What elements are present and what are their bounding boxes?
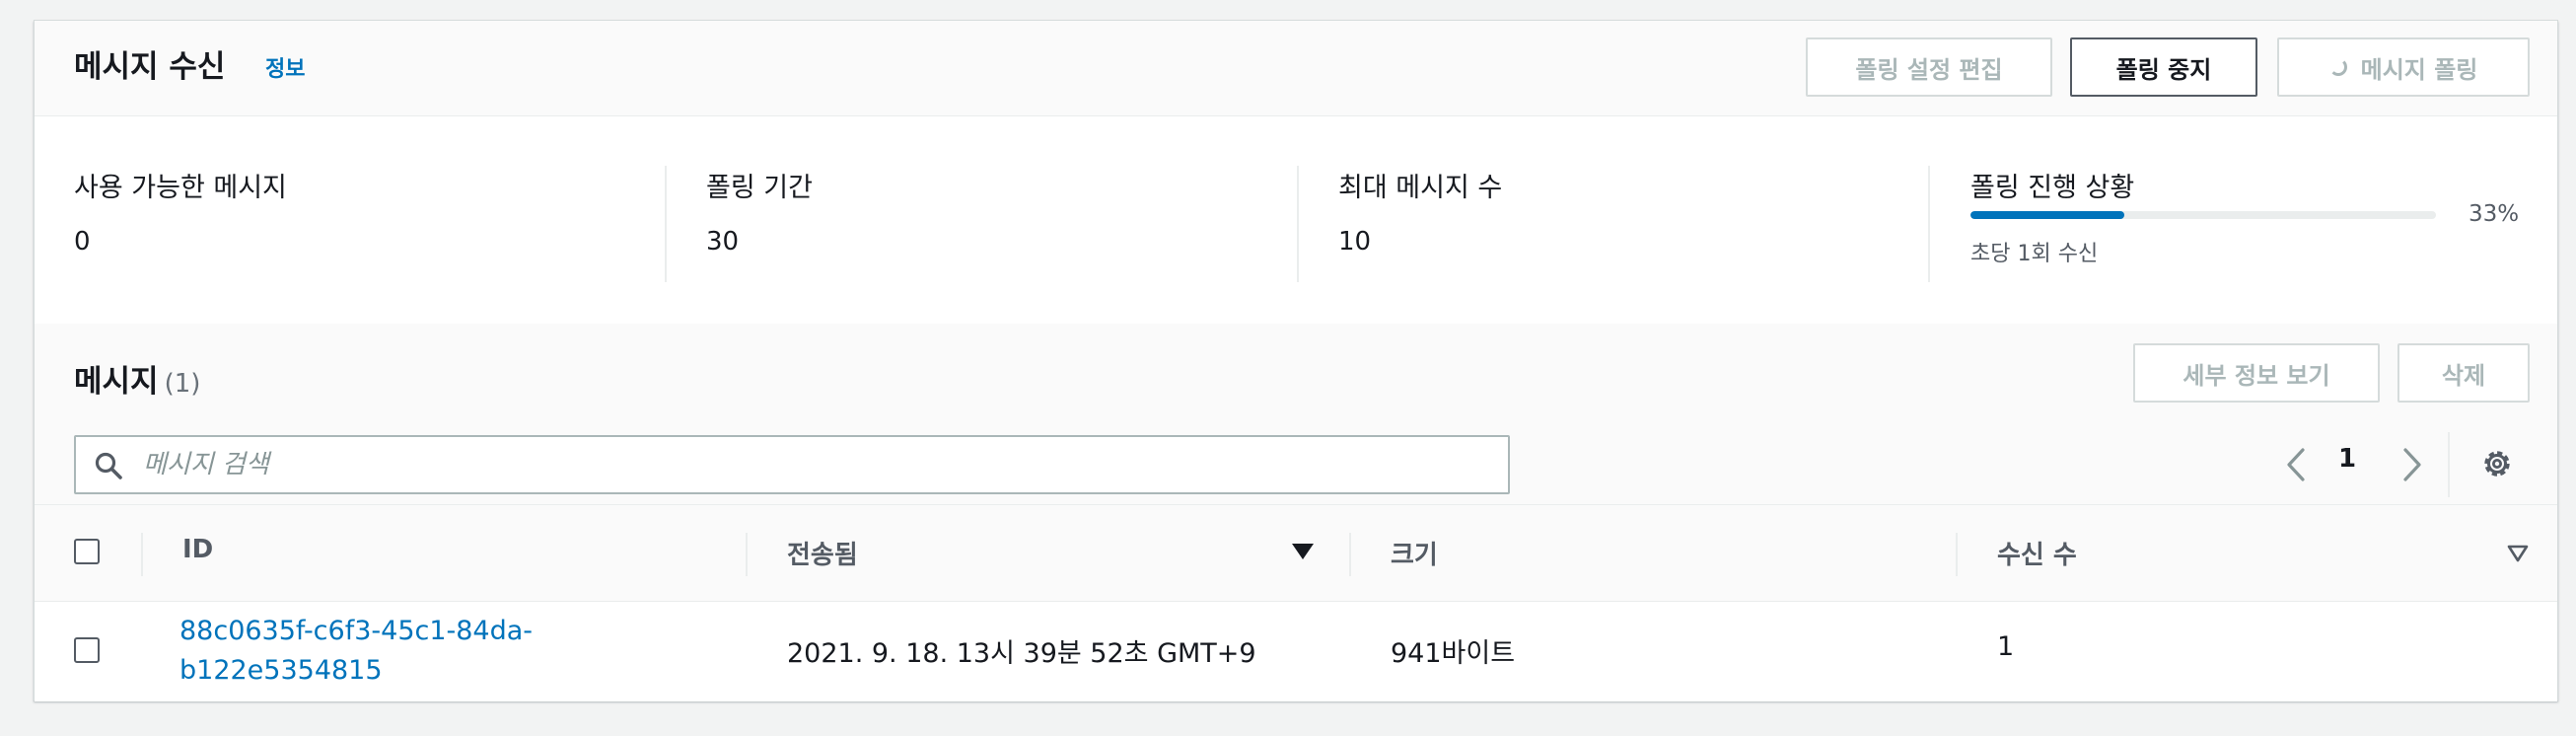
polling-rate-text: 초당 1회 수신: [1970, 242, 2099, 266]
polling-progress-percent: 33%: [2469, 201, 2520, 227]
messages-count: (1): [164, 369, 201, 399]
spinner-icon: [2328, 58, 2347, 76]
receive-messages-panel: 메시지 수신 정보 폴링 설정 편집 폴링 중지 메시지 폴링 사용 가능한 메…: [34, 20, 2558, 701]
panel-header: 메시지 수신 정보 폴링 설정 편집 폴링 중지 메시지 폴링: [35, 21, 2557, 116]
stat-divider: [1928, 166, 1930, 282]
info-link[interactable]: 정보: [265, 52, 305, 88]
stop-polling-label: 폴링 중지: [2115, 55, 2212, 84]
delete-button[interactable]: 삭제: [2397, 343, 2530, 403]
messages-title: 메시지 (1): [74, 360, 200, 405]
column-header-receive-count[interactable]: 수신 수: [1997, 535, 2077, 571]
delete-label: 삭제: [2441, 361, 2486, 390]
poll-messages-button[interactable]: 메시지 폴링: [2277, 37, 2530, 97]
messages-title-text: 메시지: [74, 364, 159, 400]
available-messages-label: 사용 가능한 메시지: [74, 173, 287, 203]
max-messages-value: 10: [1338, 227, 1372, 257]
stat-divider: [665, 166, 667, 282]
column-divider: [746, 533, 748, 576]
column-header-id[interactable]: ID: [182, 535, 213, 564]
message-search-input[interactable]: [143, 437, 1494, 492]
message-search-box[interactable]: [74, 435, 1510, 494]
max-messages-label: 최대 메시지 수: [1338, 173, 1503, 203]
column-divider: [1956, 533, 1958, 576]
message-size: 941바이트: [1391, 638, 1516, 669]
polling-progress-bar: [1970, 211, 2436, 219]
view-details-button[interactable]: 세부 정보 보기: [2133, 343, 2380, 403]
stat-divider: [1297, 166, 1299, 282]
available-messages-value: 0: [74, 227, 91, 257]
messages-table-header: ID 전송됨 크기 수신 수: [35, 504, 2557, 602]
message-id-link[interactable]: 88c0635f-c6f3-45c1-84da- b122e5354815: [179, 612, 574, 691]
polling-progress-label: 폴링 진행 상황: [1970, 173, 2135, 203]
column-divider: [1349, 533, 1351, 576]
message-receive-count: 1: [1997, 631, 2015, 662]
current-page-number[interactable]: 1: [2338, 444, 2356, 474]
poll-messages-label: 메시지 폴링: [2360, 55, 2478, 84]
message-id-line2: b122e5354815: [179, 655, 383, 686]
view-details-label: 세부 정보 보기: [2182, 361, 2330, 390]
polling-stats: 사용 가능한 메시지 0 폴링 기간 30 최대 메시지 수 10 폴링 진행 …: [35, 116, 2557, 324]
stop-polling-button[interactable]: 폴링 중지: [2070, 37, 2257, 97]
chevron-left-icon[interactable]: [2281, 440, 2311, 489]
column-divider: [141, 533, 143, 576]
polling-progress-fill: [1970, 211, 2124, 219]
chevron-right-icon[interactable]: [2397, 440, 2427, 489]
search-icon: [95, 452, 122, 479]
settings-gear-icon[interactable]: [2480, 447, 2514, 480]
column-header-sent[interactable]: 전송됨: [787, 535, 858, 571]
row-select-checkbox[interactable]: [74, 637, 100, 663]
edit-polling-settings-button[interactable]: 폴링 설정 편집: [1806, 37, 2052, 97]
message-id-line1: 88c0635f-c6f3-45c1-84da-: [179, 616, 534, 646]
panel-title: 메시지 수신: [74, 49, 226, 85]
polling-duration-label: 폴링 기간: [706, 173, 813, 203]
select-all-checkbox[interactable]: [74, 539, 100, 564]
message-sent-time: 2021. 9. 18. 13시 39분 52초 GMT+9: [787, 638, 1256, 669]
column-header-size[interactable]: 크기: [1391, 535, 1438, 571]
sort-outline-icon[interactable]: [2507, 545, 2529, 562]
table-row[interactable]: 88c0635f-c6f3-45c1-84da- b122e5354815 20…: [35, 602, 2557, 701]
edit-polling-settings-label: 폴링 설정 편집: [1855, 55, 2003, 84]
sort-descending-icon[interactable]: [1291, 542, 1315, 561]
pager-divider: [2448, 432, 2450, 497]
polling-duration-value: 30: [706, 227, 740, 257]
